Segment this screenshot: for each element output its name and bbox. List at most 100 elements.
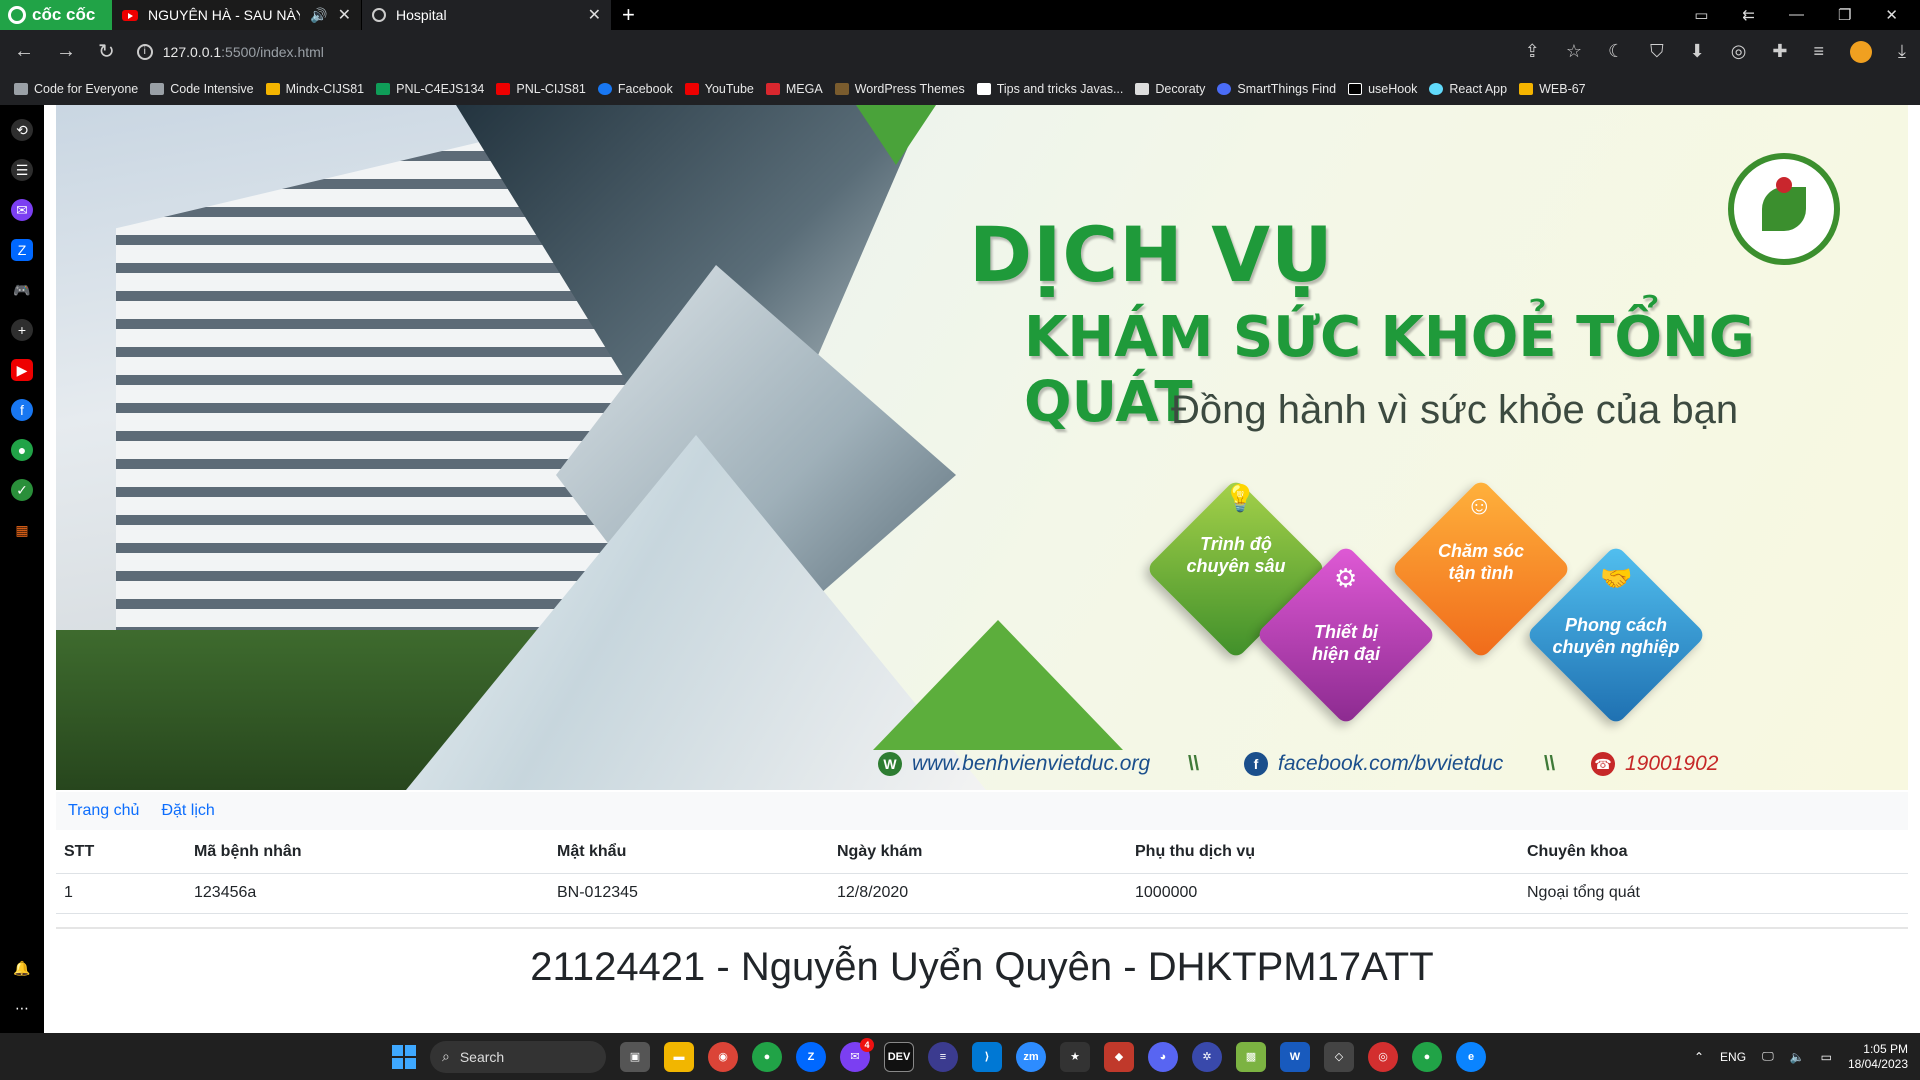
bookmark-item[interactable]: Mindx-CIJS81 <box>265 82 364 96</box>
security-shield-icon[interactable]: ✓ <box>11 479 33 501</box>
word-icon[interactable]: W <box>1280 1041 1310 1072</box>
edge-icon[interactable]: e <box>1456 1041 1486 1072</box>
playlist-icon[interactable]: ≡ <box>1814 41 1825 63</box>
downloads-icon[interactable]: ⤓ <box>1898 41 1906 63</box>
download-icon[interactable]: ⬇ <box>1690 41 1705 63</box>
bookmark-item[interactable]: WEB-67 <box>1519 82 1586 96</box>
zalo-icon[interactable]: Z <box>11 239 33 261</box>
file-explorer-icon[interactable]: ▬ <box>664 1041 694 1072</box>
speaker-icon[interactable]: 🔊 <box>310 7 327 24</box>
column-header: Mã bệnh nhân <box>186 831 549 874</box>
close-window-button[interactable]: ✕ <box>1885 6 1898 24</box>
bookmark-star-icon[interactable]: ☆ <box>1566 41 1582 63</box>
search-icon: ⌕ <box>442 1048 450 1064</box>
coccoc-icon[interactable]: ● <box>11 439 33 461</box>
tab-hospital[interactable]: Hospital ✕ <box>362 0 612 30</box>
vscode-icon[interactable]: ⟩ <box>972 1041 1002 1072</box>
app-icon[interactable]: ≡ <box>928 1041 958 1072</box>
reading-list-icon[interactable]: ☰ <box>11 159 33 181</box>
tab-search-icon[interactable]: ▭ <box>1694 6 1708 24</box>
volume-icon[interactable]: 🔈 <box>1790 1050 1805 1064</box>
bookmark-item[interactable]: Facebook <box>597 82 673 96</box>
coccoc-logo-icon <box>8 6 26 24</box>
minimize-button[interactable]: — <box>1789 6 1804 24</box>
divider <box>56 927 1908 929</box>
profile-avatar[interactable] <box>1850 40 1873 63</box>
language-indicator[interactable]: ENG <box>1720 1050 1746 1064</box>
history-icon[interactable]: ⟲ <box>11 119 33 141</box>
facebook-icon[interactable]: f <box>11 399 33 421</box>
network-icon[interactable]: 🖵 <box>1762 1049 1774 1064</box>
bookmark-item[interactable]: Code for Everyone <box>14 82 138 96</box>
compass-icon[interactable]: ◎ <box>1731 41 1747 63</box>
dark-mode-icon[interactable]: ☾ <box>1608 41 1624 63</box>
shield-icon[interactable]: ⛉ <box>1650 41 1664 63</box>
bookmark-item[interactable]: SmartThings Find <box>1217 82 1336 96</box>
bookmark-item[interactable]: PNL-CIJS81 <box>496 82 586 96</box>
app-icon[interactable]: ▩ <box>1236 1041 1266 1072</box>
close-tab-icon[interactable]: ✕ <box>338 5 351 25</box>
share-icon[interactable]: ⇪ <box>1525 41 1540 63</box>
chrome-icon[interactable]: ◉ <box>708 1041 738 1072</box>
coccoc-menu-button[interactable]: cốc cốc <box>0 0 112 30</box>
add-panel-icon[interactable]: + <box>11 319 33 341</box>
youtube-icon[interactable]: ▶ <box>11 359 33 381</box>
messenger-badge: 4 <box>860 1037 874 1052</box>
restore-button[interactable]: ❐ <box>1838 6 1851 24</box>
back-history-icon[interactable]: ⇇ <box>1742 6 1755 24</box>
bookmark-item[interactable]: Code Intensive <box>150 82 254 96</box>
bookmark-item[interactable]: PNL-C4EJS134 <box>376 82 484 96</box>
address-bar[interactable]: i 127.0.0.1:5500/index.html <box>136 35 1503 68</box>
app-icon[interactable]: ◎ <box>1368 1041 1398 1072</box>
bookmark-item[interactable]: Tips and tricks Javas... <box>976 82 1123 96</box>
app-icon[interactable]: ◇ <box>1324 1041 1354 1072</box>
game-controller-icon[interactable]: 🎮 <box>11 279 33 301</box>
messenger-icon[interactable]: ✉ 4 <box>840 1037 874 1072</box>
react-icon <box>1429 83 1444 95</box>
star-app-icon[interactable]: ★ <box>1060 1041 1090 1072</box>
table-cell: 1000000 <box>1127 873 1519 914</box>
green-triangle-bottom <box>873 620 1123 750</box>
task-view-icon[interactable]: ▣ <box>620 1041 650 1072</box>
site-info-icon[interactable]: i <box>136 43 153 60</box>
bookmark-item[interactable]: YouTube <box>684 82 754 96</box>
bookmark-label: WEB-67 <box>1539 82 1586 96</box>
url-path: :5500/index.html <box>221 43 324 60</box>
taskbar-search[interactable]: ⌕ Search <box>430 1040 606 1073</box>
tab-youtube[interactable]: NGUYÊN HÀ - SAU NÀY I 🔊 ✕ <box>112 0 362 30</box>
shopping-icon[interactable]: ▦ <box>11 519 33 541</box>
back-button[interactable]: ← <box>14 40 34 63</box>
bookmark-item[interactable]: WordPress Themes <box>834 82 965 96</box>
zalo-icon[interactable]: Z <box>796 1041 826 1072</box>
close-tab-icon[interactable]: ✕ <box>588 5 601 25</box>
messenger-icon[interactable]: ✉ <box>11 199 33 221</box>
dev-icon[interactable]: DEV <box>884 1041 914 1072</box>
forward-button[interactable]: → <box>56 40 76 63</box>
more-options-icon[interactable]: ⋯ <box>11 997 33 1019</box>
bookmark-item[interactable]: MEGA <box>765 82 823 96</box>
bookmark-label: useHook <box>1368 82 1418 96</box>
extensions-icon[interactable]: ✚ <box>1772 41 1787 63</box>
nav-home-link[interactable]: Trang chủ <box>68 802 139 820</box>
app-icon[interactable]: ◆ <box>1104 1041 1134 1072</box>
bookmark-item[interactable]: Decoraty <box>1135 82 1205 96</box>
coccoc-active-icon[interactable]: ● <box>1412 1041 1442 1072</box>
nav-booking-link[interactable]: Đặt lịch <box>161 802 214 820</box>
chevron-up-icon[interactable]: ⌃ <box>1694 1050 1704 1064</box>
windows-start-icon[interactable] <box>392 1044 416 1069</box>
url-host: 127.0.0.1 <box>162 43 222 60</box>
bookmark-label: YouTube <box>704 82 754 96</box>
bookmark-label: Code for Everyone <box>34 82 139 96</box>
battery-icon[interactable]: ▭ <box>1821 1050 1832 1064</box>
system-clock[interactable]: 1:05 PM 18/04/2023 <box>1848 1042 1908 1072</box>
coccoc-icon[interactable]: ● <box>752 1041 782 1072</box>
reload-button[interactable]: ↻ <box>98 39 115 64</box>
notification-bell-icon[interactable]: 🔔 <box>11 957 33 979</box>
zoom-icon[interactable]: zm <box>1016 1041 1046 1072</box>
discord-icon[interactable]: ◕ <box>1148 1041 1178 1072</box>
bookmark-item[interactable]: useHook <box>1348 82 1417 96</box>
app-icon[interactable]: ✲ <box>1192 1041 1222 1072</box>
bookmark-item[interactable]: React App <box>1429 82 1507 96</box>
search-label: Search <box>459 1048 505 1065</box>
new-tab-button[interactable]: + <box>622 2 635 28</box>
